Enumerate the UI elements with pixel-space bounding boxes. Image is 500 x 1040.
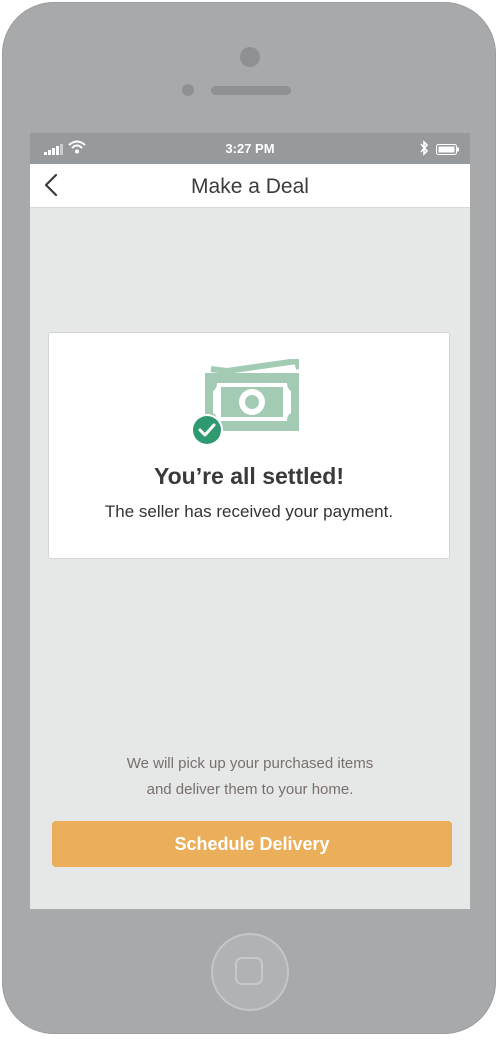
status-bar: 3:27 PM xyxy=(30,133,470,164)
navigation-bar: Make a Deal xyxy=(30,164,470,208)
phone-frame: 3:27 PM Make a Deal You’re all settled! … xyxy=(2,2,496,1034)
proximity-sensor xyxy=(182,84,194,96)
delivery-info-line: We will pick up your purchased items xyxy=(126,755,374,772)
status-time: 3:27 PM xyxy=(225,141,275,156)
schedule-delivery-button[interactable]: Schedule Delivery xyxy=(52,821,452,867)
bluetooth-icon xyxy=(419,140,429,159)
screen: 3:27 PM Make a Deal You’re all settled! … xyxy=(30,133,470,909)
home-square-icon xyxy=(235,957,263,985)
confirmation-title: You’re all settled! xyxy=(153,463,344,489)
payment-confirmation-card: You’re all settled! The seller has recei… xyxy=(48,332,450,559)
front-camera xyxy=(240,47,260,67)
page-title: Make a Deal xyxy=(191,175,309,198)
battery-icon xyxy=(436,143,460,158)
money-check-icon xyxy=(189,358,302,450)
home-button[interactable] xyxy=(211,933,289,1011)
delivery-info-line: and deliver them to your home. xyxy=(146,781,354,798)
earpiece-speaker xyxy=(211,86,291,95)
delivery-info: We will pick up your purchased items and… xyxy=(70,751,430,803)
confirmation-subtitle: The seller has received your payment. xyxy=(104,502,394,521)
